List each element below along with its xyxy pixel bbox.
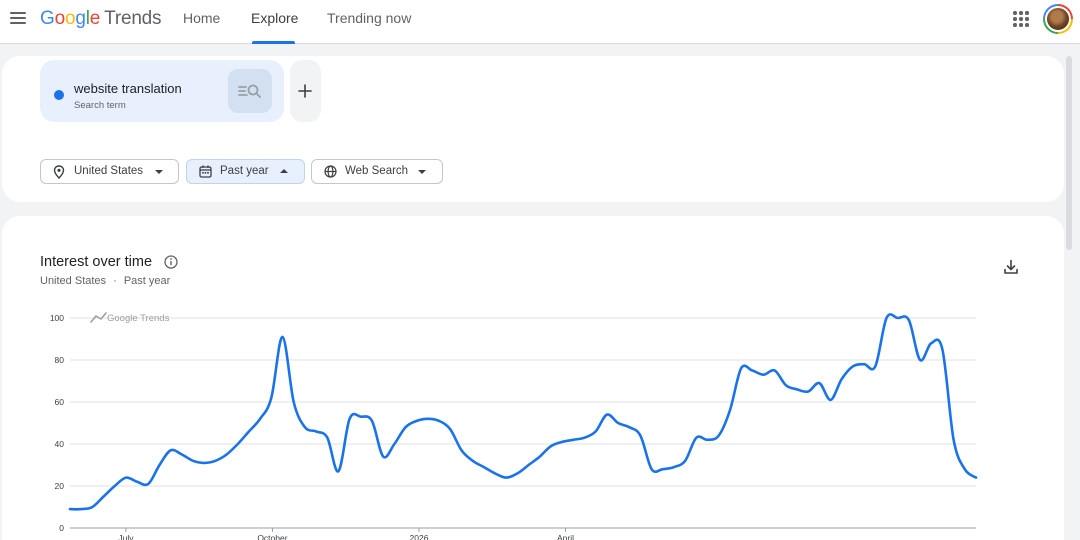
y-tick-label: 20 [55, 481, 65, 491]
search-type-filter-label: Web Search [345, 165, 409, 177]
active-tab-indicator [252, 41, 295, 44]
hamburger-icon-line [10, 22, 26, 24]
account-avatar[interactable] [1043, 4, 1073, 34]
hamburger-icon [10, 12, 26, 14]
interest-line-chart: Google Trends 0 20 40 60 80 100 July October 20… [50, 312, 978, 540]
series-color-dot [54, 90, 64, 100]
top-app-bar: Google Trends Home Explore Trending now [0, 0, 1080, 44]
chevron-down-icon [155, 170, 163, 174]
nav-tab-explore[interactable]: Explore [251, 10, 298, 26]
time-range-filter-label: Past year [220, 165, 269, 177]
time-range-filter[interactable]: Past year [186, 159, 305, 184]
google-trends-logo[interactable]: Google Trends [40, 8, 162, 30]
search-term-type: Search term [74, 100, 126, 111]
search-term-options-button[interactable] [228, 69, 272, 113]
chevron-down-icon [418, 170, 426, 174]
series-line-website-translation [68, 313, 978, 511]
watermark-text: Google Trends [107, 313, 170, 324]
search-term-chip[interactable]: website translation Search term [40, 60, 284, 122]
y-tick-label: 80 [55, 355, 65, 365]
plus-icon [298, 84, 312, 98]
page-scrollbar[interactable] [1066, 56, 1072, 250]
y-tick-label: 0 [59, 523, 64, 533]
search-type-filter[interactable]: Web Search [311, 159, 443, 184]
y-tick-label: 60 [55, 397, 65, 407]
location-filter[interactable]: United States [40, 159, 179, 184]
x-tick-label: April [557, 533, 574, 540]
chevron-up-icon [280, 169, 288, 173]
add-comparison-button[interactable] [290, 60, 321, 122]
hamburger-icon-line [10, 17, 26, 19]
location-pin-icon [53, 165, 65, 179]
x-tick-label: July [118, 533, 134, 540]
y-tick-label: 100 [50, 313, 64, 323]
x-tick-label: 2026 [410, 533, 429, 540]
trends-wordmark: Trends [104, 8, 162, 29]
x-tick-label: October [257, 533, 287, 540]
google-apps-button[interactable] [1013, 11, 1029, 27]
y-tick-label: 40 [55, 439, 65, 449]
search-terms-card: website translation Search term United S… [2, 56, 1064, 202]
list-search-icon [238, 84, 261, 98]
main-menu-button[interactable] [8, 8, 28, 28]
nav-tab-trending-now[interactable]: Trending now [327, 10, 411, 26]
calendar-icon [199, 165, 212, 178]
globe-icon [324, 165, 337, 178]
search-term-name: website translation [74, 81, 182, 96]
interest-over-time-card: Interest over time United States · Past … [2, 216, 1064, 540]
google-wordmark: Google [40, 8, 101, 29]
nav-tab-home[interactable]: Home [183, 10, 220, 26]
avatar-image [1045, 6, 1071, 32]
location-filter-label: United States [74, 165, 144, 177]
